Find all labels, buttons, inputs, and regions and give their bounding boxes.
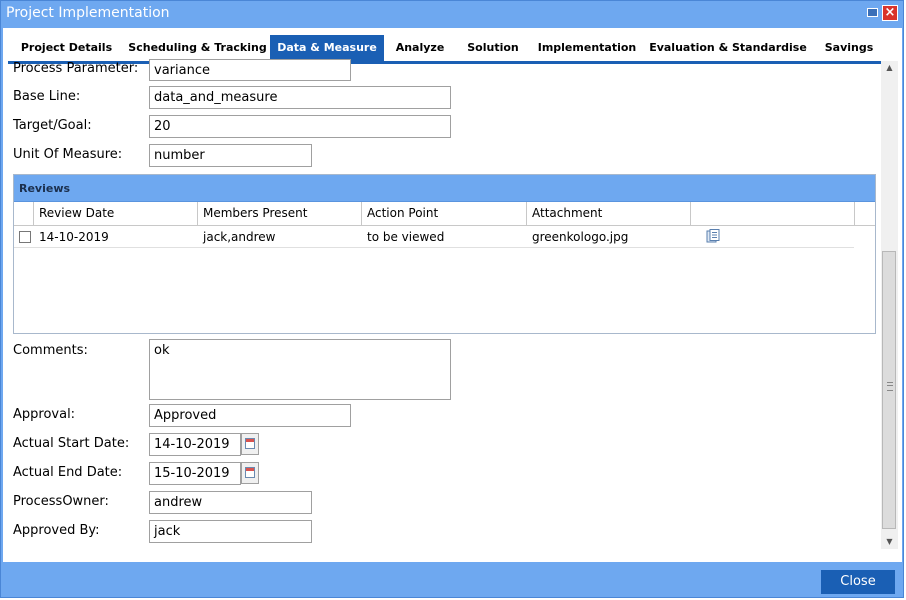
column-header-attachment[interactable]: Attachment	[527, 202, 691, 225]
column-header-action-point[interactable]: Action Point	[362, 202, 527, 225]
scroll-down-icon[interactable]: ▼	[881, 535, 898, 549]
comments-textarea[interactable]: ok	[149, 339, 451, 400]
comments-label: Comments:	[13, 343, 88, 358]
scroll-up-icon[interactable]: ▲	[881, 61, 898, 75]
tab-data-measure[interactable]: Data & Measure	[270, 35, 384, 61]
process-owner-field[interactable]: andrew	[149, 491, 312, 514]
tab-scheduling-tracking[interactable]: Scheduling & Tracking	[125, 35, 270, 61]
tab-implementation[interactable]: Implementation	[530, 35, 644, 61]
cell-members-present: jack,andrew	[203, 230, 276, 244]
window-title: Project Implementation	[6, 5, 170, 21]
close-button[interactable]: Close	[821, 570, 895, 594]
cell-action-point: to be viewed	[367, 230, 445, 244]
process-parameter-label: Process Parameter:	[13, 61, 139, 76]
tab-project-details[interactable]: Project Details	[8, 35, 125, 61]
tab-bar: Project Details Scheduling & Tracking Da…	[8, 35, 898, 64]
approved-by-label: Approved By:	[13, 523, 100, 538]
calendar-icon[interactable]	[241, 462, 259, 484]
approval-field[interactable]: Approved	[149, 404, 351, 427]
reviews-title: Reviews	[19, 182, 71, 195]
actual-start-date-label: Actual Start Date:	[13, 436, 130, 451]
unit-of-measure-field[interactable]: number	[149, 144, 312, 167]
reviews-header: Reviews	[14, 175, 875, 202]
process-owner-label: ProcessOwner:	[13, 494, 109, 509]
cell-attachment[interactable]: greenkologo.jpg	[527, 226, 691, 248]
actual-end-date-label: Actual End Date:	[13, 465, 123, 480]
reviews-grid-header: Review Date Members Present Action Point…	[14, 202, 875, 226]
actual-end-date-field[interactable]: 15-10-2019	[149, 462, 241, 485]
reviews-panel: Reviews Review Date Members Present Acti…	[13, 174, 876, 334]
target-goal-label: Target/Goal:	[13, 118, 92, 133]
base-line-label: Base Line:	[13, 89, 81, 104]
column-header-members-present[interactable]: Members Present	[198, 202, 362, 225]
column-header-review-date[interactable]: Review Date	[34, 202, 198, 225]
tab-evaluation-standardise[interactable]: Evaluation & Standardise	[644, 35, 812, 61]
approval-label: Approval:	[13, 407, 76, 422]
cell-review-date: 14-10-2019	[39, 230, 109, 244]
tab-solution[interactable]: Solution	[456, 35, 530, 61]
tab-savings[interactable]: Savings	[812, 35, 886, 61]
table-row[interactable]: 14-10-2019 jack,andrew to be viewed gree…	[14, 226, 854, 248]
select-column-header	[14, 202, 34, 225]
approved-by-field[interactable]: jack	[149, 520, 312, 543]
maximize-icon[interactable]	[865, 5, 881, 21]
column-header-actions	[691, 202, 855, 225]
process-parameter-field[interactable]: variance	[149, 59, 351, 81]
unit-of-measure-label: Unit Of Measure:	[13, 147, 123, 162]
scrollbar-thumb[interactable]	[882, 251, 896, 529]
project-implementation-window: Project Implementation × Project Details…	[0, 0, 904, 598]
window-content: Project Details Scheduling & Tracking Da…	[3, 28, 902, 562]
close-icon[interactable]: ×	[882, 5, 898, 21]
actual-start-date-field[interactable]: 14-10-2019	[149, 433, 241, 456]
row-select-checkbox[interactable]	[19, 231, 31, 243]
tab-analyze[interactable]: Analyze	[384, 35, 456, 61]
document-view-icon[interactable]	[706, 229, 720, 243]
base-line-field[interactable]: data_and_measure	[149, 86, 451, 109]
title-bar: Project Implementation ×	[1, 1, 903, 27]
calendar-icon[interactable]	[241, 433, 259, 455]
vertical-scrollbar[interactable]: ▲ ▼	[881, 61, 898, 549]
target-goal-field[interactable]: 20	[149, 115, 451, 138]
